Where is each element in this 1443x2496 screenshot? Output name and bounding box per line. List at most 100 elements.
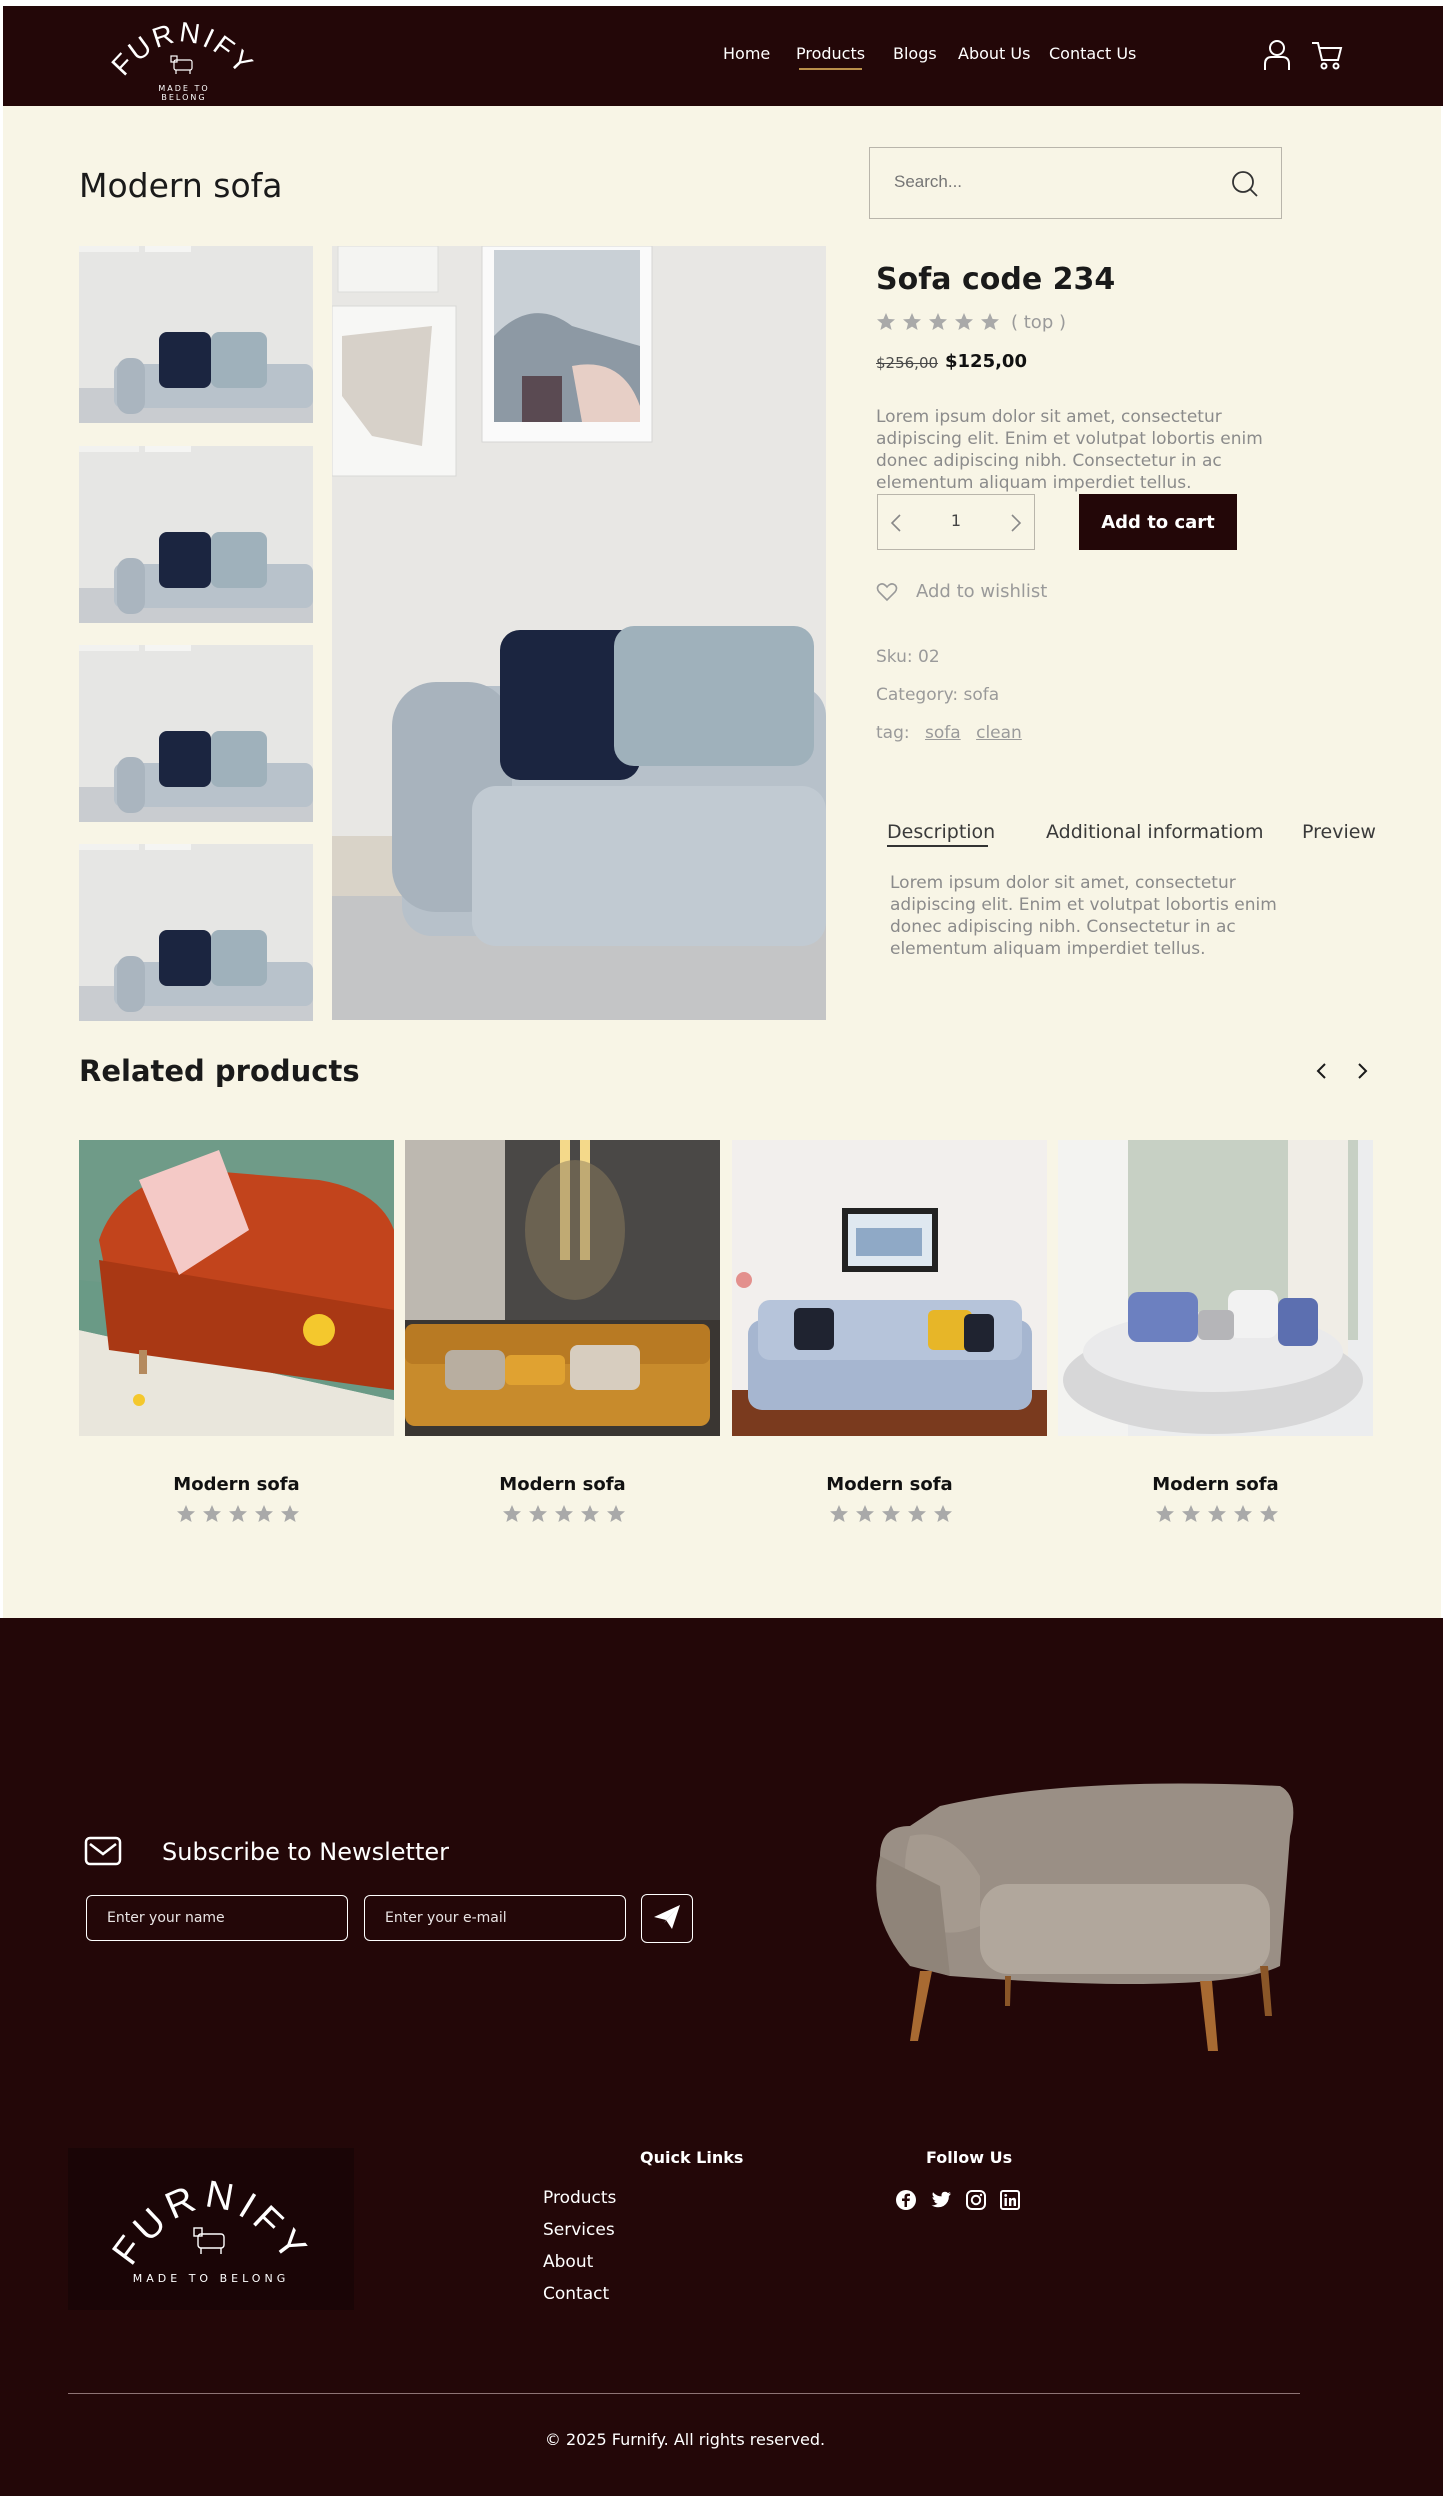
- nav-contact-us[interactable]: Contact Us: [1049, 44, 1136, 63]
- chevron-right-icon[interactable]: [1006, 512, 1024, 534]
- logo-tagline: MADE TO BELONG: [158, 84, 210, 102]
- product-tags: tag: sofa clean: [876, 723, 1022, 743]
- heart-icon: [876, 582, 898, 601]
- star-icon: [607, 1505, 625, 1522]
- send-icon: [654, 1905, 680, 1929]
- star-icon: [229, 1505, 247, 1522]
- main-product-image: [332, 246, 826, 1020]
- star-icon: [1156, 1505, 1174, 1522]
- old-price: $256,00: [876, 354, 939, 372]
- nav-blogs[interactable]: Blogs: [893, 44, 937, 63]
- twitter-icon[interactable]: [930, 2189, 952, 2211]
- search-box[interactable]: [869, 147, 1282, 219]
- armchair-icon: [193, 2227, 225, 2254]
- star-icon: [882, 1505, 900, 1522]
- tab-content: Lorem ipsum dolor sit amet, consectetur …: [890, 873, 1277, 959]
- product-name: Sofa code 234: [876, 262, 1116, 297]
- star-icon: [581, 1505, 599, 1522]
- search-icon[interactable]: [1229, 168, 1261, 200]
- nav-home[interactable]: Home: [723, 44, 770, 63]
- related-product-image[interactable]: [1058, 1140, 1373, 1436]
- chevron-right-icon[interactable]: [1351, 1060, 1373, 1082]
- thumbnail-2[interactable]: [79, 446, 313, 623]
- copyright-text: © 2025 Furnify. All rights reserved.: [544, 2430, 826, 2449]
- star-icon: [555, 1505, 573, 1522]
- footer-divider: [68, 2393, 1300, 2394]
- tag-sofa[interactable]: sofa: [925, 723, 961, 743]
- follow-us-title: Follow Us: [926, 2148, 1013, 2167]
- user-icon[interactable]: [1260, 38, 1294, 72]
- quick-links-title: Quick Links: [640, 2148, 744, 2167]
- star-icon: [1208, 1505, 1226, 1522]
- armchair-icon: [170, 55, 193, 74]
- wishlist-label: Add to wishlist: [916, 581, 1048, 602]
- site-footer: Subscribe to Newsletter FURNIFY: [0, 1618, 1443, 2496]
- tag-label: tag:: [876, 723, 910, 743]
- related-product-rating: [1155, 1504, 1279, 1524]
- site-header: FURNIFY MADE TO BELONG Home Products Blo…: [3, 6, 1443, 106]
- svg-text:FURNIFY: FURNIFY: [105, 16, 260, 81]
- add-to-wishlist[interactable]: Add to wishlist: [876, 581, 1047, 602]
- star-icon: [929, 313, 947, 330]
- thumbnail-3[interactable]: [79, 645, 313, 822]
- cart-icon[interactable]: [1310, 38, 1344, 72]
- star-icon: [177, 1505, 195, 1522]
- related-product-image[interactable]: [732, 1140, 1047, 1436]
- active-tab-indicator: [887, 845, 988, 847]
- star-icon: [1182, 1505, 1200, 1522]
- tab-preview[interactable]: Preview: [1302, 821, 1376, 843]
- related-product-name[interactable]: Modern sofa: [1058, 1474, 1373, 1495]
- current-price: $125,00: [945, 351, 1027, 372]
- newsletter-sofa-image: [876, 1783, 1294, 2051]
- thumbnail-4[interactable]: [79, 844, 313, 1021]
- star-icon: [529, 1505, 547, 1522]
- facebook-icon[interactable]: [895, 2189, 917, 2211]
- add-to-cart-button[interactable]: Add to cart: [1079, 494, 1237, 550]
- newsletter-title: Subscribe to Newsletter: [162, 1838, 450, 1866]
- footer-link-contact[interactable]: Contact: [543, 2284, 609, 2304]
- star-icon: [856, 1505, 874, 1522]
- star-icon: [503, 1505, 521, 1522]
- tab-additional-information[interactable]: Additional informatiom: [1046, 821, 1264, 843]
- related-product-name[interactable]: Modern sofa: [79, 1474, 394, 1495]
- product-page: Modern sofa Search... Sofa code 234 (to…: [3, 106, 1441, 1618]
- tab-description[interactable]: Description: [887, 821, 995, 843]
- related-product-rating: [176, 1504, 300, 1524]
- footer-logo-text: FURNIFY: [105, 2173, 312, 2272]
- related-products-title: Related products: [79, 1054, 360, 1088]
- chevron-left-icon[interactable]: [1311, 1060, 1333, 1082]
- related-product-image[interactable]: [405, 1140, 720, 1436]
- product-category: Category: sofa: [876, 685, 1000, 705]
- nav-about-us[interactable]: About Us: [958, 44, 1030, 63]
- star-icon: [281, 1505, 299, 1522]
- nav-products[interactable]: Products: [796, 44, 865, 63]
- search-input[interactable]: [894, 172, 1194, 192]
- footer-link-services[interactable]: Services: [543, 2220, 615, 2240]
- linkedin-icon[interactable]: [999, 2189, 1021, 2211]
- star-icon: [830, 1505, 848, 1522]
- footer-link-products[interactable]: Products: [543, 2188, 616, 2208]
- footer-link-about[interactable]: About: [543, 2252, 593, 2272]
- star-icon: [981, 313, 999, 330]
- star-icon: [255, 1505, 273, 1522]
- footer-logo[interactable]: FURNIFY MADE TO BELONG: [68, 2148, 354, 2310]
- thumbnail-1[interactable]: [79, 246, 313, 423]
- star-icon: [1260, 1505, 1278, 1522]
- svg-text:FURNIFY: FURNIFY: [105, 2173, 318, 2272]
- newsletter-email-input[interactable]: [364, 1895, 626, 1941]
- instagram-icon[interactable]: [965, 2189, 987, 2211]
- star-icon: [934, 1505, 952, 1522]
- related-product-image[interactable]: [79, 1140, 394, 1436]
- related-product-name[interactable]: Modern sofa: [732, 1474, 1047, 1495]
- tag-clean[interactable]: clean: [976, 723, 1022, 743]
- related-product-name[interactable]: Modern sofa: [405, 1474, 720, 1495]
- star-icon: [908, 1505, 926, 1522]
- star-icon: [955, 313, 973, 330]
- page-title: Modern sofa: [79, 166, 283, 205]
- newsletter-submit-button[interactable]: [641, 1894, 693, 1943]
- newsletter-name-input[interactable]: [86, 1895, 348, 1941]
- star-icon: [203, 1505, 221, 1522]
- logo[interactable]: FURNIFY: [63, 16, 303, 86]
- mail-icon: [84, 1836, 122, 1866]
- product-description: Lorem ipsum dolor sit amet, consectetur …: [876, 407, 1263, 493]
